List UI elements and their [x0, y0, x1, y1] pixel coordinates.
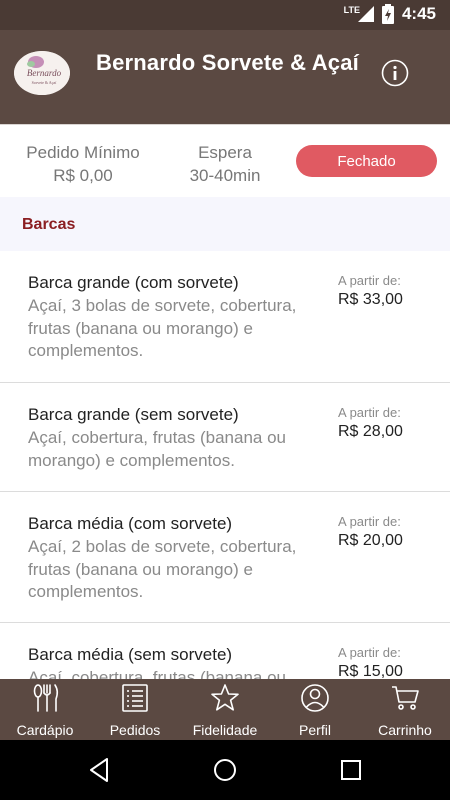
menu-list[interactable]: Barca grande (com sorvete) Açaí, 3 bolas…	[0, 251, 450, 679]
wait-label: Espera	[198, 143, 252, 162]
item-name: Barca grande (sem sorvete)	[28, 405, 239, 424]
home-icon[interactable]	[210, 755, 240, 785]
user-icon	[301, 684, 329, 712]
item-name: Barca média (sem sorvete)	[28, 645, 233, 664]
clock: 4:45	[401, 4, 436, 23]
item-description: Açaí, 2 bolas de sorvete, cobertura, fru…	[28, 537, 297, 601]
cart-icon	[392, 686, 419, 710]
menu-item[interactable]: Barca grande (sem sorvete) Açaí, cobertu…	[0, 383, 450, 492]
nav-carrinho[interactable]: Carrinho	[360, 679, 450, 740]
svg-text:Sorvete & Açaí: Sorvete & Açaí	[32, 80, 58, 85]
item-price-prefix: A partir de:	[338, 514, 401, 529]
item-name: Barca média (com sorvete)	[28, 514, 233, 533]
nav-label: Fidelidade	[192, 722, 258, 738]
cutlery-icon	[33, 684, 59, 712]
info-icon[interactable]	[381, 59, 409, 87]
wait-value: 30-40min	[189, 166, 261, 185]
item-price: R$ 15,00	[338, 663, 403, 679]
wait-time: Espera 30-40min	[160, 141, 290, 187]
nav-label: Cardápio	[16, 722, 74, 738]
svg-text:Bernardo: Bernardo	[27, 68, 62, 78]
system-navigation-bar	[0, 740, 450, 800]
nav-cardapio[interactable]: Cardápio	[0, 679, 90, 740]
page-title: Bernardo Sorvete & Açaí	[96, 50, 359, 75]
menu-item[interactable]: Barca média (sem sorvete) Açaí, cobertur…	[0, 623, 450, 679]
min-order-value: R$ 0,00	[53, 166, 113, 185]
status-bar: LTE 4:45	[0, 0, 450, 30]
battery-icon	[381, 4, 394, 24]
item-description: Açaí, cobertura, frutas (banana ou moran…	[28, 428, 286, 470]
min-order: Pedido Mínimo R$ 0,00	[18, 141, 148, 187]
item-price-prefix: A partir de:	[338, 645, 401, 660]
item-price-prefix: A partir de:	[338, 273, 401, 288]
item-name: Barca grande (com sorvete)	[28, 273, 239, 292]
bottom-navigation: Cardápio Pedidos Fidelidade Perfil Carri…	[0, 679, 450, 740]
nav-fidelidade[interactable]: Fidelidade	[180, 679, 270, 740]
star-icon	[211, 684, 239, 711]
menu-item[interactable]: Barca grande (com sorvete) Açaí, 3 bolas…	[0, 251, 450, 383]
menu-item[interactable]: Barca média (com sorvete) Açaí, 2 bolas …	[0, 492, 450, 623]
restaurant-logo: Bernardo Sorvete & Açaí	[14, 51, 70, 95]
back-icon[interactable]	[85, 755, 115, 785]
nav-label: Carrinho	[378, 722, 432, 738]
item-description: Açaí, 3 bolas de sorvete, cobertura, fru…	[28, 296, 297, 360]
category-title: Barcas	[22, 216, 76, 233]
category-header: Barcas	[0, 197, 450, 251]
item-price: R$ 20,00	[338, 532, 403, 549]
store-status-button[interactable]: Fechado	[296, 145, 437, 177]
recents-icon[interactable]	[336, 755, 366, 785]
nav-pedidos[interactable]: Pedidos	[90, 679, 180, 740]
list-icon	[122, 684, 148, 712]
item-price: R$ 33,00	[338, 291, 403, 308]
nav-label: Pedidos	[109, 722, 161, 738]
nav-perfil[interactable]: Perfil	[270, 679, 360, 740]
item-price: R$ 28,00	[338, 423, 403, 440]
store-info-bar: Pedido Mínimo R$ 0,00 Espera 30-40min Fe…	[0, 124, 450, 198]
app-bar: Bernardo Sorvete & Açaí Bernardo Sorvete…	[0, 30, 450, 124]
min-order-label: Pedido Mínimo	[26, 143, 140, 162]
nav-label: Perfil	[299, 722, 331, 738]
item-description: Açaí, cobertura, frutas (banana ou moran…	[28, 668, 286, 679]
signal-icon	[357, 6, 374, 22]
item-price-prefix: A partir de:	[338, 405, 401, 420]
